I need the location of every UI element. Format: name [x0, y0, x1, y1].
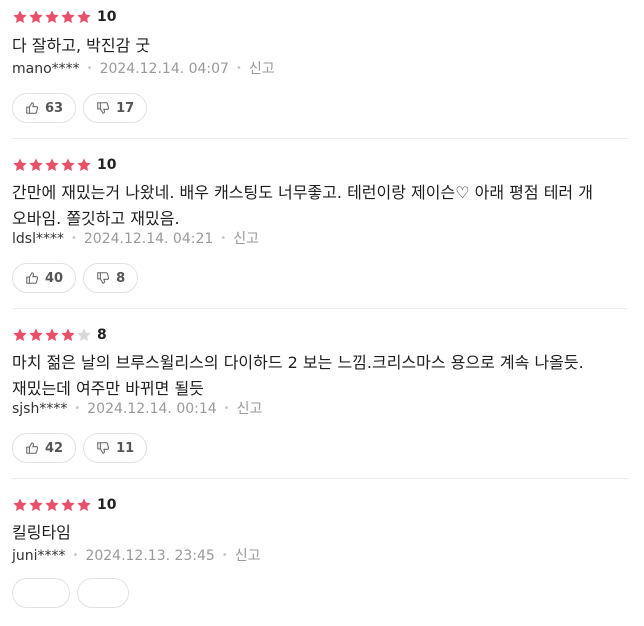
reviewer-name: sjsh**** — [12, 401, 68, 417]
review-meta: juni**** • 2024.12.13. 23:45 • 신고 — [12, 546, 261, 566]
vote-buttons: 40 8 — [12, 263, 139, 293]
star-icon — [61, 10, 75, 23]
star-icon — [77, 498, 91, 511]
separator-dot: • — [221, 550, 228, 561]
star-icon — [45, 10, 59, 23]
vote-buttons — [12, 578, 129, 608]
rating-score: 10 — [97, 497, 117, 513]
dislike-count: 8 — [116, 270, 126, 286]
reviewer-name: ldsl**** — [12, 231, 64, 247]
like-count: 63 — [45, 100, 64, 116]
comment-line: 마치 젊은 날의 브루스윌리스의 다이하드 2 보는 느낌.크리스마스 용으로 … — [12, 353, 584, 372]
rating-row: 10 — [12, 6, 116, 28]
star-icon — [13, 328, 27, 341]
star-rating — [12, 9, 92, 25]
rating-score: 10 — [97, 9, 117, 25]
thumbs-up-icon — [26, 272, 39, 284]
review-date: 2024.12.14. 00:14 — [87, 401, 217, 417]
dislike-button[interactable] — [77, 578, 129, 608]
dislike-button[interactable]: 11 — [83, 433, 148, 463]
like-count: 42 — [45, 440, 64, 456]
reviewer-name: juni**** — [12, 548, 66, 564]
rating-score: 10 — [97, 157, 117, 173]
comment-line: 킬링타임 — [12, 523, 71, 542]
review-comment: 다 잘하고, 박진감 굿 — [12, 33, 632, 59]
thumbs-up-icon — [26, 102, 39, 114]
star-icon — [45, 328, 59, 341]
dislike-button[interactable]: 17 — [83, 93, 148, 123]
reviewer-name: mano**** — [12, 61, 80, 77]
star-rating — [12, 157, 92, 173]
review-comment: 킬링타임 — [12, 520, 632, 546]
star-icon — [45, 498, 59, 511]
review-date: 2024.12.14. 04:07 — [99, 61, 229, 77]
star-rating — [12, 327, 92, 343]
review-date: 2024.12.13. 23:45 — [85, 548, 215, 564]
report-link[interactable]: 신고 — [235, 546, 261, 566]
star-icon — [77, 328, 91, 341]
thumbs-up-icon — [26, 442, 39, 454]
comment-line: 다 잘하고, 박진감 굿 — [12, 36, 151, 55]
review-comment: 간만에 재밌는거 나왔네. 배우 캐스팅도 너무좋고. 테런이랑 제이슨♡ 아래… — [12, 180, 632, 232]
divider — [12, 138, 628, 139]
separator-dot: • — [86, 63, 93, 74]
separator-dot: • — [235, 63, 242, 74]
review-meta: mano**** • 2024.12.14. 04:07 • 신고 — [12, 59, 275, 79]
divider — [12, 478, 628, 479]
star-icon — [29, 158, 43, 171]
star-icon — [77, 10, 91, 23]
thumbs-down-icon — [97, 442, 110, 454]
star-icon — [77, 158, 91, 171]
like-button[interactable]: 40 — [12, 263, 77, 293]
review-comment: 마치 젊은 날의 브루스윌리스의 다이하드 2 보는 느낌.크리스마스 용으로 … — [12, 350, 632, 402]
vote-buttons: 63 17 — [12, 93, 148, 123]
star-icon — [13, 498, 27, 511]
star-icon — [13, 10, 27, 23]
like-button[interactable] — [12, 578, 70, 608]
dislike-count: 17 — [116, 100, 135, 116]
star-icon — [13, 158, 27, 171]
rating-row: 10 — [12, 154, 116, 176]
separator-dot: • — [220, 233, 227, 244]
review-meta: ldsl**** • 2024.12.14. 04:21 • 신고 — [12, 229, 259, 249]
rating-row: 10 — [12, 494, 116, 516]
star-icon — [29, 328, 43, 341]
divider — [12, 308, 628, 309]
rating-row: 8 — [12, 324, 107, 346]
star-icon — [45, 158, 59, 171]
review-date: 2024.12.14. 04:21 — [83, 231, 214, 247]
review-meta: sjsh**** • 2024.12.14. 00:14 • 신고 — [12, 399, 262, 419]
like-button[interactable]: 42 — [12, 433, 77, 463]
dislike-count: 11 — [116, 440, 135, 456]
report-link[interactable]: 신고 — [233, 229, 259, 249]
star-rating — [12, 497, 92, 513]
like-button[interactable]: 63 — [12, 93, 77, 123]
separator-dot: • — [70, 233, 77, 244]
separator-dot: • — [72, 550, 79, 561]
like-count: 40 — [45, 270, 64, 286]
rating-score: 8 — [97, 327, 107, 343]
star-icon — [29, 498, 43, 511]
separator-dot: • — [74, 403, 81, 414]
star-icon — [29, 10, 43, 23]
star-icon — [61, 158, 75, 171]
thumbs-down-icon — [97, 272, 110, 284]
report-link[interactable]: 신고 — [237, 399, 263, 419]
star-icon — [61, 498, 75, 511]
dislike-button[interactable]: 8 — [83, 263, 139, 293]
thumbs-down-icon — [97, 102, 110, 114]
vote-buttons: 42 11 — [12, 433, 148, 463]
comment-line: 간만에 재밌는거 나왔네. 배우 캐스팅도 너무좋고. 테런이랑 제이슨♡ 아래… — [12, 183, 593, 202]
star-icon — [61, 328, 75, 341]
separator-dot: • — [223, 403, 230, 414]
report-link[interactable]: 신고 — [249, 59, 275, 79]
